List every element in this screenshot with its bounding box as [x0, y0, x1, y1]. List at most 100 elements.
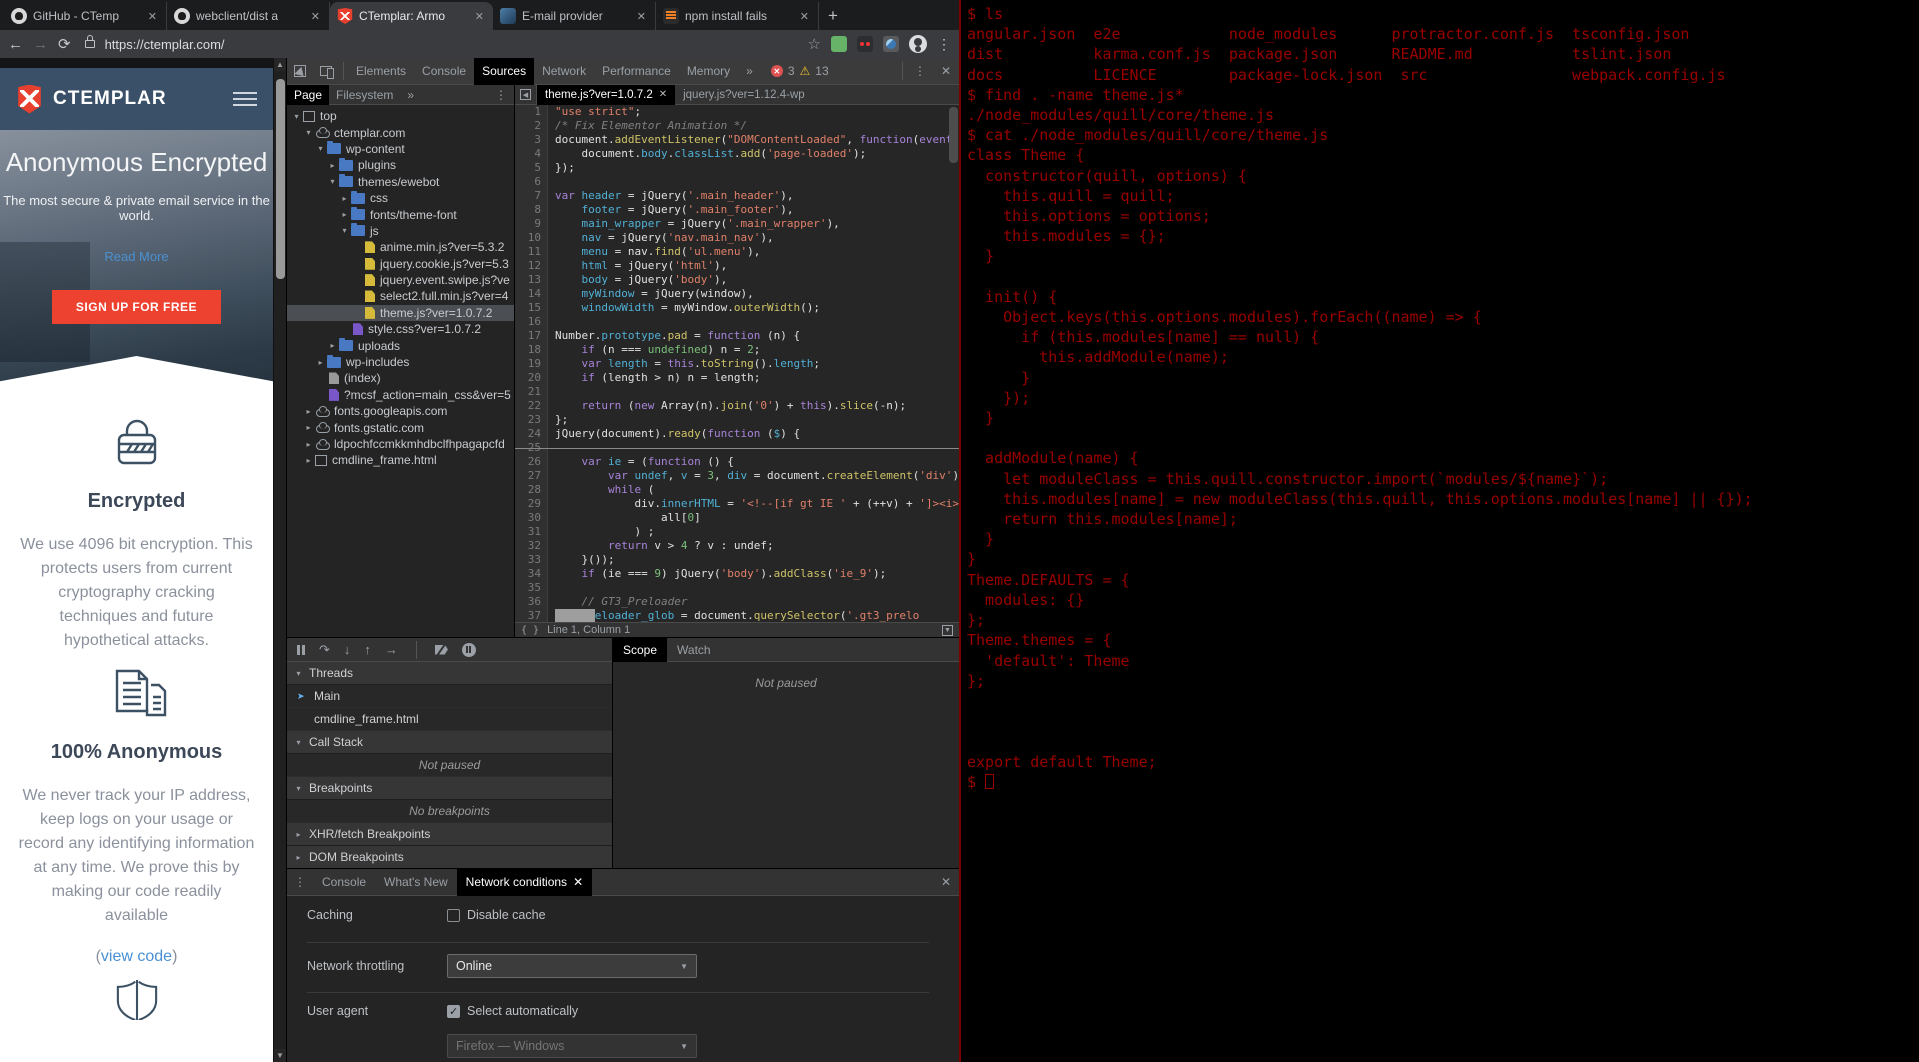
read-more-link[interactable]: Read More	[104, 249, 168, 264]
browser-tab[interactable]: GitHub - CTemp✕	[4, 2, 167, 30]
forward-icon[interactable]: →	[33, 37, 48, 52]
ua-auto-checkbox[interactable]	[447, 1005, 460, 1018]
line-number[interactable]: 21	[515, 385, 548, 399]
line-number[interactable]: 12	[515, 259, 548, 273]
line-number[interactable]: 32	[515, 539, 548, 553]
tree-item[interactable]: ▾themes/ewebot	[287, 174, 514, 190]
extension-icon-3[interactable]	[883, 36, 899, 52]
reload-icon[interactable]: ⟳	[58, 37, 71, 52]
lock-icon[interactable]	[85, 40, 95, 48]
tree-item[interactable]: ▸wp-includes	[287, 354, 514, 370]
tree-item[interactable]: ▸plugins	[287, 157, 514, 173]
coverage-icon[interactable]: ▼	[942, 625, 953, 636]
console-badges[interactable]: ✕ 3 ⚠ 13	[771, 64, 829, 78]
line-number[interactable]: 16	[515, 315, 548, 329]
thread-row[interactable]: ➤Main	[287, 685, 612, 708]
step-into-icon[interactable]: ↓	[344, 642, 351, 657]
code-line[interactable]: 36 // GT3_Preloader	[515, 595, 959, 609]
back-icon[interactable]: ←	[8, 37, 23, 52]
code-line[interactable]: 7var header = jQuery('.main_header'),	[515, 189, 959, 203]
tree-item[interactable]: ▸css	[287, 190, 514, 206]
ctemplar-logo-icon[interactable]	[16, 85, 43, 114]
code-line[interactable]: 5});	[515, 161, 959, 175]
code-line[interactable]: 1"use strict";	[515, 105, 959, 119]
line-number[interactable]: 24	[515, 427, 548, 441]
line-number[interactable]: 14	[515, 287, 548, 301]
navigator-tab-page[interactable]: Page	[287, 85, 329, 105]
throttling-select[interactable]: Online ▼	[447, 954, 697, 978]
line-number[interactable]: 9	[515, 217, 548, 231]
code-line[interactable]: 27 var undef, v = 3, div = document.crea…	[515, 469, 959, 483]
line-number[interactable]: 23	[515, 413, 548, 427]
line-number[interactable]: 5	[515, 161, 548, 175]
tree-item[interactable]: select2.full.min.js?ver=4	[287, 288, 514, 304]
code-line[interactable]: 10 nav = jQuery('nav.main_nav'),	[515, 231, 959, 245]
site-brand[interactable]: CTEMPLAR	[53, 88, 223, 110]
line-number[interactable]: 31	[515, 525, 548, 539]
code-line[interactable]: 24jQuery(document).ready(function ($) {	[515, 427, 959, 441]
line-number[interactable]: 28	[515, 483, 548, 497]
code-line[interactable]: 12 html = jQuery('html'),	[515, 259, 959, 273]
tree-item[interactable]: ▸ldpochfccmkkmhdbclfhpagapcfd	[287, 436, 514, 452]
drawer-tab-console[interactable]: Console	[313, 869, 375, 896]
tree-item[interactable]: ▸cmdline_frame.html	[287, 452, 514, 468]
tree-item[interactable]: ?mcsf_action=main_css&ver=5	[287, 387, 514, 403]
code-line[interactable]: 11 menu = nav.find('ul.menu'),	[515, 245, 959, 259]
code-line[interactable]: 19 var length = this.toString().length;	[515, 357, 959, 371]
file-tab[interactable]: theme.js?ver=1.0.7.2✕	[537, 85, 675, 105]
tree-item[interactable]: anime.min.js?ver=5.3.2	[287, 239, 514, 255]
hide-navigator-icon[interactable]: ◀	[515, 85, 537, 105]
code-line[interactable]: 2/* Fix Elementor Animation */	[515, 119, 959, 133]
line-number[interactable]: 34	[515, 567, 548, 581]
code-line[interactable]: 18 if (n === undefined) n = 2;	[515, 343, 959, 357]
code-line[interactable]: 31 ) ;	[515, 525, 959, 539]
browser-tab[interactable]: webclient/dist a✕	[167, 2, 330, 30]
code-line[interactable]: 30 all[0]	[515, 511, 959, 525]
line-number[interactable]: 19	[515, 357, 548, 371]
terminal-window[interactable]: $ lsangular.json e2e node_modules protra…	[959, 0, 1919, 1062]
browser-menu-icon[interactable]: ⋮	[937, 36, 951, 53]
editor-scrollbar-thumb[interactable]	[949, 107, 958, 163]
drawer-tab-network-conditions[interactable]: Network conditions✕	[457, 869, 592, 896]
line-number[interactable]: 36	[515, 595, 548, 609]
code-line[interactable]: 25	[515, 441, 959, 455]
drawer-tab-close-icon[interactable]: ✕	[573, 875, 583, 889]
scroll-up-icon[interactable]: ▲	[274, 58, 286, 71]
code-line[interactable]: 16	[515, 315, 959, 329]
code-line[interactable]: 4 document.body.classList.add('page-load…	[515, 147, 959, 161]
line-number[interactable]: 27	[515, 469, 548, 483]
line-number[interactable]: 6	[515, 175, 548, 189]
new-tab-button[interactable]: +	[819, 2, 847, 30]
devtools-tab-elements[interactable]: Elements	[348, 58, 414, 85]
debug-section-header[interactable]: ▾Threads	[287, 662, 612, 685]
code-line[interactable]: 21	[515, 385, 959, 399]
line-number[interactable]: 33	[515, 553, 548, 567]
code-line[interactable]: 3document.addEventListener("DOMContentLo…	[515, 133, 959, 147]
code-line[interactable]: 9 main_wrapper = jQuery('.main_wrapper')…	[515, 217, 959, 231]
code-line[interactable]: 26 var ie = (function () {	[515, 455, 959, 469]
browser-tab[interactable]: E-mail provider✕	[493, 2, 656, 30]
line-number[interactable]: 25	[515, 441, 548, 455]
step-icon[interactable]: →	[385, 642, 398, 657]
browser-tab[interactable]: npm install fails✕	[656, 2, 819, 30]
device-toolbar-icon[interactable]	[313, 58, 339, 84]
tree-item[interactable]: style.css?ver=1.0.7.2	[287, 321, 514, 337]
code-line[interactable]: 15 windowWidth = myWindow.outerWidth();	[515, 301, 959, 315]
navigator-tab-filesystem[interactable]: Filesystem	[329, 85, 400, 105]
bookmark-star-icon[interactable]: ☆	[808, 35, 821, 53]
browser-tab[interactable]: CTemplar: Armo✕	[330, 2, 493, 30]
extension-icon-2[interactable]	[857, 36, 873, 52]
url-field[interactable]: https://ctemplar.com/	[105, 37, 798, 52]
view-code-link[interactable]: view code	[101, 948, 172, 965]
line-number[interactable]: 35	[515, 581, 548, 595]
file-tab-close-icon[interactable]: ✕	[659, 89, 667, 100]
scrollbar-track[interactable]	[274, 71, 286, 1049]
deactivate-breakpoints-icon[interactable]	[435, 645, 448, 655]
disable-cache-checkbox[interactable]	[447, 909, 460, 922]
code-line[interactable]: 20 if (length > n) n = length;	[515, 371, 959, 385]
line-number[interactable]: 2	[515, 119, 548, 133]
tree-item[interactable]: ▸uploads	[287, 337, 514, 353]
line-number[interactable]: 10	[515, 231, 548, 245]
tree-item[interactable]: ▸fonts.googleapis.com	[287, 403, 514, 419]
line-number[interactable]: 3	[515, 133, 548, 147]
